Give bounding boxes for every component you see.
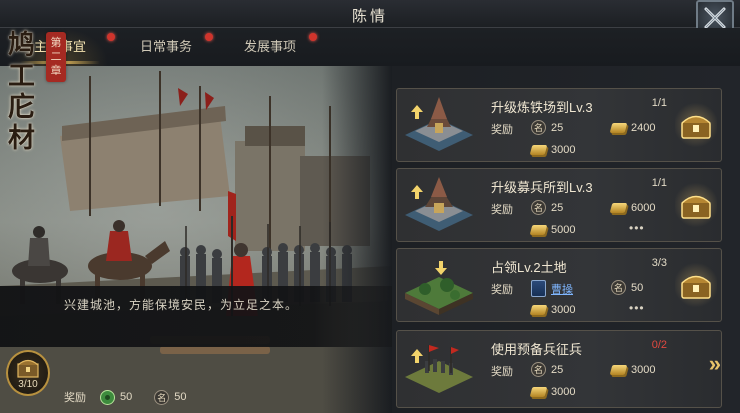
reward-label: 奖励 xyxy=(491,366,513,378)
reward-value: 50 xyxy=(174,391,187,403)
reward-gold: 2400 xyxy=(609,120,656,135)
reward-fame: 名 25 xyxy=(531,362,563,377)
title-bar: 陈情 xyxy=(0,0,740,28)
fame-icon: 名 xyxy=(154,389,170,405)
gold-icon xyxy=(609,362,628,377)
upgrade-arrow-icon xyxy=(411,105,423,119)
reward-value: 6000 xyxy=(631,201,656,214)
notification-dot xyxy=(309,33,317,41)
reward-value: 25 xyxy=(551,121,564,134)
chapter-title-char: 材 xyxy=(8,123,35,154)
reward-value: 50 xyxy=(631,281,644,294)
task-progress: 1/1 xyxy=(651,97,667,109)
upgrade-arrow-icon xyxy=(411,349,423,363)
reward-gold: 3000 xyxy=(529,384,576,399)
hero-card-icon xyxy=(531,280,546,297)
claim-reward-button[interactable] xyxy=(675,261,717,309)
chapter-progress-count: 3/10 xyxy=(18,379,38,390)
down-arrow-icon xyxy=(435,261,447,275)
task-card[interactable]: 使用预备兵征兵 0/2 奖励 名 25 3000 3000 » xyxy=(396,330,722,408)
notification-dot xyxy=(205,33,213,41)
seal-char: 二 xyxy=(50,50,62,63)
tab-development[interactable]: 发展事项 xyxy=(225,28,315,66)
treasure-chest-icon xyxy=(681,115,711,139)
chapter-title-char: 庀 xyxy=(8,92,35,123)
reward-fame: 名 50 xyxy=(611,280,643,295)
reward-value: 25 xyxy=(551,363,564,376)
chapter-progress-badge[interactable]: 3/10 xyxy=(6,350,50,396)
hero-name-link[interactable]: 曹操 xyxy=(551,281,573,297)
reward-label: 奖励 xyxy=(491,284,513,296)
chapter-number-seal: 第 二 章 xyxy=(46,32,66,82)
reward-gold: 3000 xyxy=(529,302,576,317)
chapter-title-char: 鸠 xyxy=(8,30,35,61)
reward-value: 5000 xyxy=(551,223,576,236)
reward-fame: 名 25 xyxy=(531,200,563,215)
task-progress: 3/3 xyxy=(651,257,667,269)
go-to-task-button[interactable]: » xyxy=(709,351,722,377)
notification-dot xyxy=(107,33,115,41)
task-card[interactable]: 占领Lv.2土地 3/3 奖励 曹操 名 50 3000 ••• xyxy=(396,248,722,322)
chapter-title: 鸠 工 庀 材 xyxy=(8,30,42,154)
reward-value: 3000 xyxy=(551,385,576,398)
more-rewards-indicator[interactable]: ••• xyxy=(629,301,645,315)
jade-coin-icon xyxy=(100,389,115,405)
fame-icon: 名 xyxy=(531,200,546,215)
reward-label: 奖励 xyxy=(64,392,86,404)
gold-icon xyxy=(529,302,548,317)
task-name: 占领Lv.2土地 xyxy=(491,260,567,275)
task-name: 升级炼铁场到Lv.3 xyxy=(491,100,593,115)
task-progress: 1/1 xyxy=(651,177,667,189)
reward-value: 3000 xyxy=(551,303,576,316)
army-troops-icon xyxy=(405,345,473,393)
seal-char: 第 xyxy=(50,36,62,49)
claim-reward-button[interactable] xyxy=(675,181,717,229)
chapter-illustration xyxy=(0,66,392,413)
barracks-building-icon xyxy=(405,177,473,231)
ironworks-building-icon xyxy=(405,97,473,151)
reward-gold: 3000 xyxy=(609,362,656,377)
reward-label: 奖励 xyxy=(491,124,513,136)
seal-char: 章 xyxy=(50,64,62,77)
task-progress: 0/2 xyxy=(651,339,667,351)
gold-icon xyxy=(529,384,548,399)
gold-icon xyxy=(529,142,548,157)
reward-hero[interactable]: 曹操 xyxy=(531,280,573,297)
reward-value: 25 xyxy=(551,201,564,214)
tab-daily-affairs[interactable]: 日常事务 xyxy=(120,28,212,66)
upgrade-arrow-icon xyxy=(411,185,423,199)
gold-icon xyxy=(609,200,628,215)
treasure-chest-icon xyxy=(681,275,711,299)
page-title: 陈情 xyxy=(351,8,388,25)
reward-fame: 名 25 xyxy=(531,120,563,135)
gold-icon xyxy=(609,120,628,135)
reward-gold: 5000 xyxy=(529,222,576,237)
reward-label: 奖励 xyxy=(491,204,513,216)
chapter-title-char: 工 xyxy=(8,61,35,92)
chapter-description: 兴建城池，方能保境安民，为立足之本。 xyxy=(64,298,299,312)
gold-icon xyxy=(529,222,548,237)
fame-icon: 名 xyxy=(611,280,626,295)
reward-gold: 6000 xyxy=(609,200,656,215)
task-name: 使用预备兵征兵 xyxy=(491,342,583,357)
task-card[interactable]: 升级募兵所到Lv.3 1/1 奖励 名 25 6000 5000 ••• xyxy=(396,168,722,242)
tab-bar: 主要事宜 日常事务 发展事项 xyxy=(0,28,740,66)
reward-value: 2400 xyxy=(631,121,656,134)
tab-label: 日常事务 xyxy=(139,39,192,54)
task-card[interactable]: 升级炼铁场到Lv.3 1/1 奖励 名 25 2400 3000 xyxy=(396,88,722,162)
more-rewards-indicator[interactable]: ••• xyxy=(629,221,645,235)
scene-fade xyxy=(322,66,392,413)
fame-icon: 名 xyxy=(531,362,546,377)
fame-icon: 名 xyxy=(531,120,546,135)
reward-gold: 3000 xyxy=(529,142,576,157)
task-name: 升级募兵所到Lv.3 xyxy=(491,180,593,195)
claim-reward-button[interactable] xyxy=(675,101,717,149)
reward-value: 3000 xyxy=(631,363,656,376)
reward-value: 50 xyxy=(120,391,133,403)
chapter-rewards: 奖励 50 名 50 xyxy=(64,387,187,407)
tab-label: 发展事项 xyxy=(243,39,296,54)
reward-value: 3000 xyxy=(551,143,576,156)
crossed-swords-icon xyxy=(704,7,726,29)
treasure-chest-icon xyxy=(681,195,711,219)
